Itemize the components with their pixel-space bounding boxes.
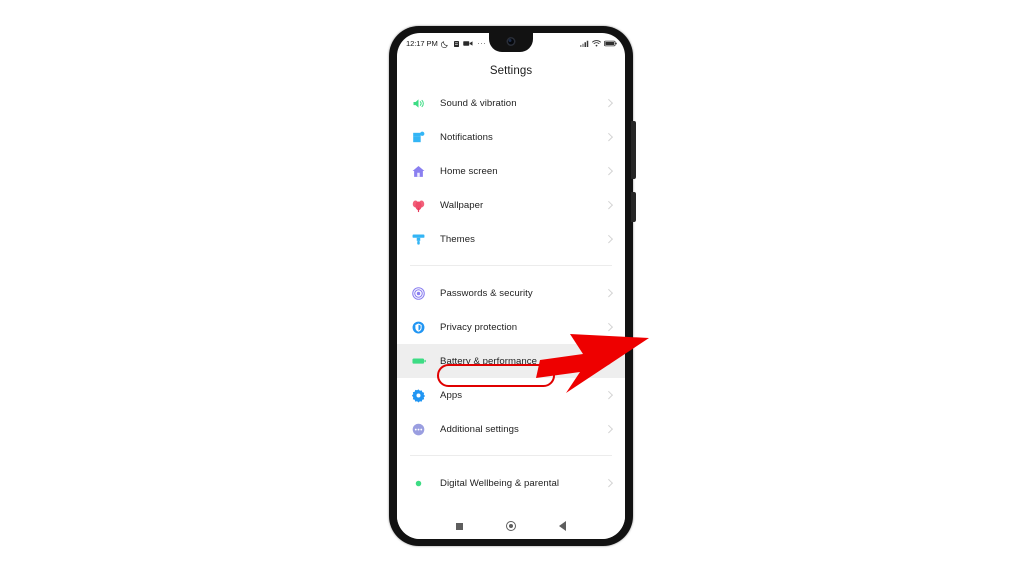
status-bar-right <box>580 40 617 47</box>
settings-row-label: Apps <box>440 390 605 401</box>
signal-icon <box>580 40 589 47</box>
phone-screen: 12:17 PM <box>397 33 625 539</box>
settings-row-wallpaper[interactable]: Wallpaper <box>397 188 625 222</box>
screenshot-canvas: 12:17 PM <box>0 0 1024 576</box>
status-clock: 12:17 PM <box>406 39 438 48</box>
wellbeing-icon <box>410 475 427 492</box>
settings-row-label: Battery & performance <box>440 356 605 367</box>
battery-icon <box>604 40 617 47</box>
chevron-right-icon <box>605 99 613 107</box>
home-button[interactable] <box>506 521 516 531</box>
more-dots-icon <box>478 43 485 45</box>
settings-row-digital-wellbeing[interactable]: Digital Wellbeing & parental <box>397 466 625 500</box>
chevron-right-icon <box>605 357 613 365</box>
navigation-bar <box>397 513 625 539</box>
settings-row-apps[interactable]: Apps <box>397 378 625 412</box>
settings-row-label: Notifications <box>440 132 605 143</box>
settings-group-personalization: Sound & vibration Notifications <box>397 86 625 256</box>
settings-row-label: Themes <box>440 234 605 245</box>
group-divider <box>410 265 612 266</box>
speaker-icon <box>410 95 427 112</box>
theme-brush-icon <box>410 231 427 248</box>
front-camera-icon <box>507 37 516 46</box>
chevron-right-icon <box>605 235 613 243</box>
notification-icon <box>410 129 427 146</box>
settings-row-label: Passwords & security <box>440 288 605 299</box>
page-title: Settings <box>397 54 625 86</box>
settings-row-label: Additional settings <box>440 424 605 435</box>
settings-row-additional-settings[interactable]: Additional settings <box>397 412 625 446</box>
settings-list[interactable]: Sound & vibration Notifications <box>397 86 625 539</box>
volume-button[interactable] <box>631 192 636 222</box>
flower-icon <box>410 197 427 214</box>
alarm-icon <box>453 40 460 48</box>
settings-row-privacy-protection[interactable]: Privacy protection <box>397 310 625 344</box>
settings-row-label: Privacy protection <box>440 322 605 333</box>
settings-row-label: Home screen <box>440 166 605 177</box>
chevron-right-icon <box>605 201 613 209</box>
chevron-right-icon <box>605 479 613 487</box>
chevron-right-icon <box>605 133 613 141</box>
chevron-right-icon <box>605 323 613 331</box>
battery-icon <box>410 353 427 370</box>
home-icon <box>410 163 427 180</box>
settings-row-themes[interactable]: Themes <box>397 222 625 256</box>
settings-row-home-screen[interactable]: Home screen <box>397 154 625 188</box>
settings-row-battery-performance[interactable]: Battery & performance <box>397 344 625 378</box>
settings-row-label: Wallpaper <box>440 200 605 211</box>
power-button[interactable] <box>631 121 636 179</box>
chevron-right-icon <box>605 167 613 175</box>
settings-row-sound-vibration[interactable]: Sound & vibration <box>397 86 625 120</box>
settings-group-system: Passwords & security Privacy protection <box>397 276 625 446</box>
shield-icon <box>410 319 427 336</box>
gear-icon <box>410 387 427 404</box>
settings-row-passwords-security[interactable]: Passwords & security <box>397 276 625 310</box>
group-divider <box>410 455 612 456</box>
wifi-icon <box>592 40 601 47</box>
fingerprint-icon <box>410 285 427 302</box>
back-button[interactable] <box>559 521 566 531</box>
settings-row-notifications[interactable]: Notifications <box>397 120 625 154</box>
settings-row-label: Sound & vibration <box>440 98 605 109</box>
recents-button[interactable] <box>456 523 463 530</box>
video-recorder-icon <box>463 40 473 47</box>
moon-icon <box>441 40 449 48</box>
chevron-right-icon <box>605 391 613 399</box>
settings-row-label: Digital Wellbeing & parental <box>440 478 605 489</box>
status-bar-left: 12:17 PM <box>406 39 485 48</box>
chevron-right-icon <box>605 425 613 433</box>
chevron-right-icon <box>605 289 613 297</box>
dots-icon <box>410 421 427 438</box>
settings-group-wellbeing: Digital Wellbeing & parental <box>397 466 625 500</box>
